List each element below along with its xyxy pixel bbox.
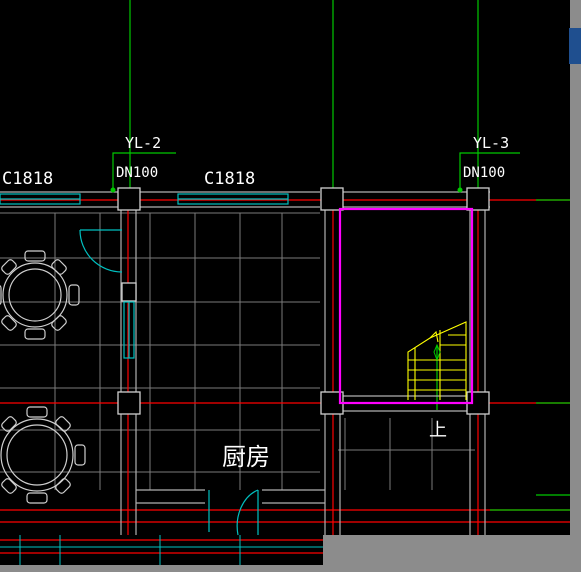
cad-drawing[interactable]: YL-2 YL-3 DN100 DN100 C1818 C1818 厨房 上 [0,0,581,572]
room-name: 厨房 [222,443,270,471]
window-label-left: C1818 [2,169,53,189]
window-label-mid: C1818 [204,169,255,189]
pipe-size-right: DN100 [463,165,505,181]
stair-up-label: 上 [429,420,447,441]
pipe-marker-left [110,187,116,193]
side-accent-bar [569,28,581,64]
pipe-marker-right [457,187,463,193]
pipe-label-left: YL-2 [125,134,161,152]
pipe-size-left: DN100 [116,165,158,181]
pipe-label-right: YL-3 [473,134,509,152]
